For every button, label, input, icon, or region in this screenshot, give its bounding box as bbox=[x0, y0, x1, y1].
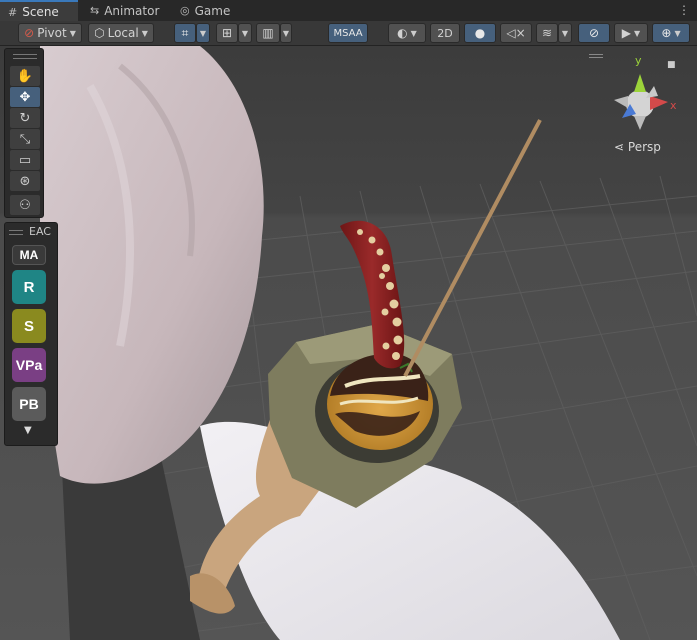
gizmo-lock-icon[interactable]: ■ bbox=[667, 60, 676, 70]
tab-animator-label: Animator bbox=[104, 3, 160, 18]
scene-toolbar: ⊘ Pivot ▼ ⬡ Local ▼ ⌗ ▼ ⊞ ▼ ▥ ▼ MSAA ◐ ▼ 2D… bbox=[0, 21, 697, 46]
scene-visibility-toggle[interactable]: ⊘ bbox=[578, 23, 610, 43]
gizmos-dropdown[interactable]: ⊕ ▼ bbox=[652, 23, 690, 43]
projection-toggle[interactable]: ⋖ Persp bbox=[614, 140, 661, 154]
scale-icon: ⤡ bbox=[19, 131, 31, 147]
eac-title: EAC bbox=[29, 225, 51, 238]
eac-pb-label: PB bbox=[19, 396, 39, 412]
eac-r-button[interactable]: R bbox=[12, 270, 46, 304]
eac-s-label: S bbox=[23, 317, 34, 335]
grid-snap-toggle[interactable]: ⌗ bbox=[174, 23, 196, 43]
eac-expand-icon[interactable]: ▼ bbox=[24, 425, 32, 436]
lighting-toggle[interactable]: ● bbox=[464, 23, 496, 43]
projection-label: Persp bbox=[627, 140, 661, 154]
mode-2d-toggle[interactable]: 2D bbox=[430, 23, 460, 43]
tools-overlay: ✋ ✥ ↻ ⤡ ▭ ⊛ ⚇ bbox=[4, 48, 44, 218]
tab-scene[interactable]: # Scene bbox=[0, 0, 78, 22]
rect-tool-button[interactable]: ▭ bbox=[10, 150, 40, 170]
custom-tool-icon: ⚇ bbox=[19, 197, 31, 213]
shading-sphere-icon: ◐ bbox=[397, 26, 408, 40]
grid-visibility-icon: ▥ bbox=[262, 26, 274, 40]
scene-render bbox=[0, 46, 697, 640]
local-label: Local bbox=[107, 26, 139, 40]
msaa-toggle[interactable]: MSAA bbox=[328, 23, 368, 43]
effects-dropdown[interactable]: ▼ bbox=[558, 23, 572, 43]
transform-icon: ⊛ bbox=[19, 173, 31, 189]
rotate-icon: ↻ bbox=[19, 110, 31, 126]
increment-snap-toggle[interactable]: ⊞ bbox=[216, 23, 238, 43]
eac-overlay: EAC MA R S VPa PB ▼ bbox=[4, 222, 58, 446]
rotate-tool-button[interactable]: ↻ bbox=[10, 108, 40, 128]
tab-game[interactable]: ◎ Game bbox=[172, 0, 236, 21]
shading-mode-dropdown[interactable]: ◐ ▼ bbox=[388, 23, 426, 43]
eac-grip[interactable] bbox=[9, 230, 23, 235]
hand-tool-button[interactable]: ✋ bbox=[10, 66, 40, 86]
local-cube-icon: ⬡ bbox=[94, 26, 105, 40]
grid-snap-icon: ⌗ bbox=[181, 25, 189, 40]
tab-game-label: Game bbox=[194, 3, 231, 18]
camera-settings-dropdown[interactable]: ▶ ▼ bbox=[614, 23, 648, 43]
animator-icon: ⇆ bbox=[90, 4, 100, 17]
perspective-icon: ⋖ bbox=[614, 140, 625, 154]
eac-ma-button[interactable]: MA bbox=[12, 245, 46, 265]
transform-tool-button[interactable]: ⊛ bbox=[10, 171, 40, 191]
gizmo-axis-x-label: x bbox=[670, 99, 677, 112]
effects-stack-icon: ≋ bbox=[541, 26, 553, 40]
window-tab-bar: # Scene ⇆ Animator ◎ Game ⋮ bbox=[0, 0, 697, 22]
mode-2d-label: 2D bbox=[437, 26, 453, 40]
grid-visibility-dropdown[interactable]: ▼ bbox=[280, 23, 292, 43]
local-dropdown[interactable]: ⬡ Local ▼ bbox=[88, 23, 154, 43]
custom-tool-button[interactable]: ⚇ bbox=[10, 195, 40, 215]
eac-vpa-button[interactable]: VPa bbox=[12, 348, 46, 382]
tools-grip[interactable] bbox=[13, 54, 37, 59]
hash-grid-icon: # bbox=[8, 5, 18, 19]
grid-visibility-toggle[interactable]: ▥ bbox=[256, 23, 280, 43]
increment-snap-icon: ⊞ bbox=[221, 26, 233, 40]
eac-r-label: R bbox=[23, 278, 35, 296]
eac-s-button[interactable]: S bbox=[12, 309, 46, 343]
audio-mute-icon: ◁× bbox=[506, 26, 526, 40]
tab-animator[interactable]: ⇆ Animator bbox=[82, 0, 166, 21]
increment-snap-dropdown[interactable]: ▼ bbox=[238, 23, 252, 43]
gizmo-globe-icon: ⊕ bbox=[661, 26, 672, 40]
gizmo-axis-y-label: y bbox=[635, 54, 642, 67]
lightbulb-icon: ● bbox=[474, 26, 486, 40]
rect-icon: ▭ bbox=[18, 152, 32, 168]
pivot-dropdown[interactable]: ⊘ Pivot ▼ bbox=[18, 23, 82, 43]
eac-ma-label: MA bbox=[19, 248, 39, 262]
tab-scene-label: Scene bbox=[22, 5, 59, 19]
effects-toggle[interactable]: ≋ bbox=[536, 23, 558, 43]
gamepad-icon: ◎ bbox=[180, 4, 190, 17]
move-icon: ✥ bbox=[19, 89, 31, 105]
pivot-label: Pivot bbox=[37, 26, 67, 40]
grid-snap-dropdown[interactable]: ▼ bbox=[196, 23, 210, 43]
eye-hidden-icon: ⊘ bbox=[588, 26, 600, 40]
scene-viewport[interactable]: y x ■ ⋖ Persp ✋ ✥ ↻ ⤡ ▭ ⊛ ⚇ EAC MA R S V… bbox=[0, 46, 697, 640]
move-tool-button[interactable]: ✥ bbox=[10, 87, 40, 107]
msaa-label: MSAA bbox=[333, 27, 363, 39]
eac-pb-button[interactable]: PB bbox=[12, 387, 46, 421]
pivot-icon: ⊘ bbox=[24, 26, 35, 40]
overlay-grip[interactable] bbox=[589, 54, 603, 58]
more-menu-icon[interactable]: ⋮ bbox=[678, 3, 690, 17]
scale-tool-button[interactable]: ⤡ bbox=[10, 129, 40, 149]
eac-vpa-label: VPa bbox=[15, 357, 43, 373]
audio-toggle[interactable]: ◁× bbox=[500, 23, 532, 43]
camera-icon: ▶ bbox=[621, 26, 632, 40]
hand-icon: ✋ bbox=[16, 68, 34, 84]
